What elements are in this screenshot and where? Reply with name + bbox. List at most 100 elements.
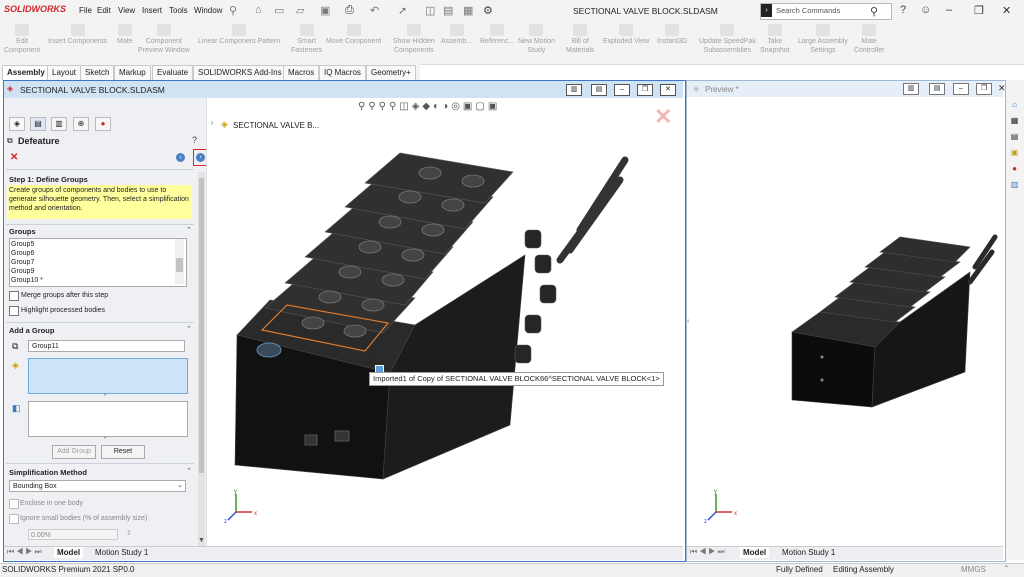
next-icon[interactable]: › bbox=[196, 153, 205, 162]
feature-manager-tab-icon[interactable]: ◈ bbox=[9, 117, 25, 131]
scroll-down-icon[interactable]: ▼ bbox=[198, 537, 205, 544]
cancel-icon[interactable]: ✕ bbox=[10, 152, 18, 163]
collapse-icon[interactable]: ⌃ bbox=[186, 226, 192, 234]
doc-close-icon[interactable]: ✕ bbox=[660, 84, 676, 96]
exit-icon[interactable]: ✕ bbox=[654, 104, 672, 130]
preview-split-icon[interactable]: ▤ bbox=[929, 83, 945, 95]
tab-iq-macros[interactable]: IQ Macros bbox=[319, 65, 366, 81]
undo-icon[interactable]: ↶ bbox=[370, 4, 379, 17]
command-2[interactable]: Mate bbox=[117, 24, 133, 46]
tab-macros[interactable]: Macros bbox=[283, 65, 320, 81]
tab-addins[interactable]: SOLIDWORKS Add-Ins bbox=[193, 65, 287, 81]
display-manager-tab-icon[interactable]: ● bbox=[95, 117, 111, 131]
command-3[interactable]: Component Preview Window bbox=[138, 24, 190, 55]
tree-root-label[interactable]: SECTIONAL VALVE B... bbox=[233, 121, 319, 130]
simplification-method-select[interactable]: Bounding Box bbox=[9, 480, 186, 492]
preview-tab-scroll-icons[interactable]: ⏮◀▶⏭ bbox=[690, 547, 727, 557]
command-6[interactable]: Move Component bbox=[326, 24, 381, 46]
command-15[interactable]: Take Snapshot bbox=[760, 24, 790, 55]
tab-markup[interactable]: Markup bbox=[114, 65, 151, 81]
ignore-small-checkbox[interactable] bbox=[9, 514, 19, 524]
splitter-handle[interactable]: ‹ bbox=[687, 318, 689, 325]
doc-tile-icon[interactable]: ▥ bbox=[566, 84, 582, 96]
solidworks-logo[interactable]: SOLIDWORKS bbox=[4, 4, 66, 14]
preview-tile-icon[interactable]: ▥ bbox=[903, 83, 919, 95]
menu-view[interactable]: View bbox=[118, 6, 135, 15]
tab-motion-study[interactable]: Motion Study 1 bbox=[92, 547, 151, 558]
help-icon[interactable]: ? bbox=[192, 135, 197, 145]
command-11[interactable]: Bill of Materials bbox=[566, 24, 594, 55]
preview-close-icon[interactable]: ✕ bbox=[998, 83, 1006, 94]
doc-restore-icon[interactable]: ❐ bbox=[637, 84, 653, 96]
tab-assembly[interactable]: Assembly bbox=[2, 65, 50, 81]
file-properties-icon[interactable]: ▤ bbox=[443, 4, 453, 17]
configuration-manager-tab-icon[interactable]: ▥ bbox=[51, 117, 67, 131]
list-item[interactable]: Group6 bbox=[11, 250, 34, 257]
file-explorer-icon[interactable]: ▤ bbox=[1009, 131, 1020, 142]
tab-scroll-icons[interactable]: ⏮◀▶⏭ bbox=[7, 547, 44, 557]
dimxpert-tab-icon[interactable]: ⊕ bbox=[73, 117, 89, 131]
minimize-icon[interactable]: – bbox=[946, 4, 952, 16]
collapse-icon[interactable]: ⌃ bbox=[186, 467, 192, 475]
reset-button[interactable]: Reset bbox=[101, 445, 145, 459]
command-13[interactable]: Instant3D bbox=[657, 24, 687, 46]
percent-field[interactable]: 0.00% bbox=[28, 529, 118, 540]
command-8[interactable]: Assemb... bbox=[441, 24, 472, 46]
tab-sketch[interactable]: Sketch bbox=[80, 65, 115, 81]
collapse-icon[interactable]: ⌃ bbox=[186, 325, 192, 333]
menu-tools[interactable]: Tools bbox=[169, 6, 188, 15]
spin-icon[interactable]: ⇕ bbox=[126, 529, 132, 537]
list-item[interactable]: Group7 bbox=[11, 259, 34, 266]
tab-geometry-plus[interactable]: Geometry+ bbox=[366, 65, 416, 81]
resize-handle[interactable]: • bbox=[104, 436, 106, 442]
options-icon[interactable]: ▦ bbox=[463, 4, 473, 17]
search-icon[interactable]: ⚲ bbox=[870, 5, 878, 18]
menu-file[interactable]: File bbox=[79, 6, 92, 15]
property-manager-tab-icon[interactable]: ▤ bbox=[30, 117, 46, 131]
back-icon[interactable]: ‹ bbox=[176, 153, 185, 162]
close-icon[interactable]: ✕ bbox=[1002, 4, 1011, 17]
search-input[interactable]: Search Commands bbox=[776, 6, 840, 15]
merge-groups-checkbox[interactable] bbox=[9, 291, 19, 301]
resources-icon[interactable]: ⌂ bbox=[1009, 99, 1020, 110]
enclose-checkbox[interactable] bbox=[9, 499, 19, 509]
gear-icon[interactable]: ⚙ bbox=[483, 4, 493, 17]
list-item[interactable]: Group5 bbox=[11, 241, 34, 248]
command-17[interactable]: Mate Controller bbox=[854, 24, 884, 55]
doc-minimize-icon[interactable]: – bbox=[614, 84, 630, 96]
chevron-down-icon[interactable]: ⌄ bbox=[177, 481, 183, 489]
preview-model[interactable] bbox=[780, 222, 1000, 412]
command-9[interactable]: Referenc... bbox=[480, 24, 514, 46]
custom-properties-icon[interactable]: ▥ bbox=[1009, 179, 1020, 190]
view-palette-icon[interactable]: ▣ bbox=[1009, 147, 1020, 158]
pin-icon[interactable]: ⚲ bbox=[229, 4, 237, 17]
command-4[interactable]: Linear Component Pattern bbox=[198, 24, 280, 46]
open-icon[interactable]: ▱ bbox=[296, 4, 304, 17]
search-commands-icon[interactable]: › bbox=[761, 4, 772, 17]
preview-tab-model[interactable]: Model bbox=[740, 547, 770, 558]
select-icon[interactable]: ➚ bbox=[398, 4, 407, 17]
doc-split-icon[interactable]: ▤ bbox=[591, 84, 607, 96]
command-10[interactable]: New Motion Study bbox=[518, 24, 555, 55]
appearances-icon[interactable]: ● bbox=[1009, 163, 1020, 174]
list-scroll-thumb[interactable] bbox=[176, 258, 183, 272]
print-icon[interactable]: ⎙ bbox=[345, 4, 354, 17]
bodies-selection-box[interactable] bbox=[28, 401, 188, 437]
tab-evaluate[interactable]: Evaluate bbox=[152, 65, 194, 81]
command-12[interactable]: Exploded View bbox=[603, 24, 649, 46]
restore-icon[interactable]: ❐ bbox=[974, 4, 984, 17]
menu-window[interactable]: Window bbox=[194, 6, 222, 15]
group-name-field[interactable]: Group11 bbox=[28, 340, 185, 352]
menu-insert[interactable]: Insert bbox=[142, 6, 162, 15]
save-icon[interactable]: ▣ bbox=[320, 4, 330, 17]
help-icon[interactable]: ? bbox=[900, 4, 906, 16]
add-group-button[interactable]: Add Group bbox=[52, 445, 96, 459]
components-selection-box[interactable] bbox=[28, 358, 188, 394]
list-item[interactable]: Group9 bbox=[11, 268, 34, 275]
view-toolbar[interactable]: ⚲⚲⚲⚲◫◈◆◐◑◎▣▢▣ bbox=[358, 101, 500, 112]
design-library-icon[interactable]: ▦ bbox=[1009, 115, 1020, 126]
command-14[interactable]: Update SpeedPak Subassemblies bbox=[699, 24, 756, 55]
tab-model[interactable]: Model bbox=[54, 547, 84, 558]
new-document-icon[interactable]: ▭ bbox=[274, 4, 284, 17]
rebuild-icon[interactable]: ◫ bbox=[425, 4, 435, 17]
